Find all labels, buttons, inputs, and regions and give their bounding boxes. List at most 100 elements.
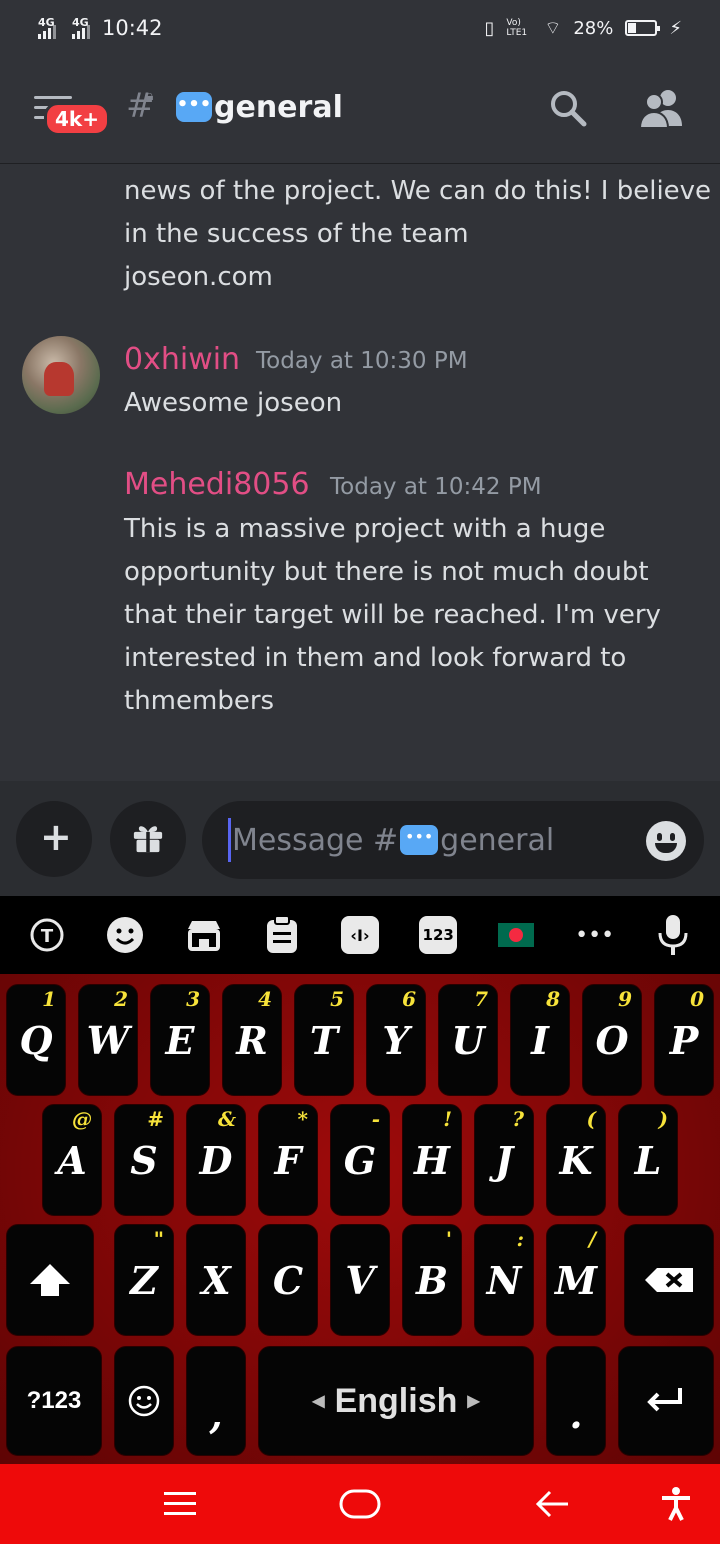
key-g[interactable]: G- bbox=[330, 1104, 390, 1216]
backspace-key[interactable] bbox=[624, 1224, 714, 1336]
key-label: K bbox=[559, 1137, 593, 1183]
timestamp: Today at 10:42 PM bbox=[330, 474, 542, 500]
key-k[interactable]: K( bbox=[546, 1104, 606, 1216]
key-hint: 1 bbox=[42, 987, 56, 1011]
message-text: that their target will be reached. I'm v… bbox=[124, 600, 661, 630]
message-text: interested in them and look forward to bbox=[124, 643, 627, 673]
back-icon[interactable] bbox=[532, 1486, 572, 1522]
message-text: opportunity but there is not much doubt bbox=[124, 557, 649, 587]
key-f[interactable]: F * bbox=[258, 1104, 318, 1216]
key-hint: 3 bbox=[186, 987, 200, 1011]
message-text: Awesome joseon bbox=[124, 388, 343, 418]
search-icon[interactable] bbox=[548, 88, 588, 128]
signal-icon-2: 4G bbox=[72, 16, 90, 39]
key-e[interactable]: E3 bbox=[150, 984, 210, 1096]
key-label: Y bbox=[382, 1017, 410, 1063]
key-m[interactable]: M / bbox=[546, 1224, 606, 1336]
translate-icon[interactable]: T bbox=[25, 913, 69, 957]
key-x[interactable]: X bbox=[186, 1224, 246, 1336]
numpad-icon[interactable]: 123 bbox=[416, 913, 460, 957]
message-text: thmembers bbox=[124, 686, 275, 716]
message-input[interactable]: Message # ••• general bbox=[202, 801, 704, 879]
key-o[interactable]: O9 bbox=[582, 984, 642, 1096]
attach-button[interactable]: + bbox=[16, 801, 92, 877]
cursor-edit-icon[interactable]: ‹I› bbox=[338, 913, 382, 957]
symbols-key[interactable]: ?123 bbox=[6, 1346, 102, 1456]
timestamp: Today at 10:30 PM bbox=[256, 348, 468, 374]
space-key[interactable]: ◀ English ▶ bbox=[258, 1346, 534, 1456]
message-text: This is a massive project with a huge bbox=[124, 514, 606, 544]
message-link[interactable]: joseon.com bbox=[124, 262, 273, 292]
microphone-icon[interactable] bbox=[651, 913, 695, 957]
key-label: A bbox=[57, 1137, 87, 1183]
recents-icon[interactable] bbox=[162, 1486, 198, 1522]
key-h[interactable]: H! bbox=[402, 1104, 462, 1216]
battery-percent: 28% bbox=[573, 17, 614, 39]
svg-text:T: T bbox=[41, 926, 54, 947]
key-v[interactable]: V bbox=[330, 1224, 390, 1336]
store-icon[interactable] bbox=[182, 913, 226, 957]
home-icon[interactable] bbox=[338, 1486, 382, 1522]
key-hint: / bbox=[588, 1227, 596, 1251]
more-icon[interactable]: ••• bbox=[573, 913, 617, 957]
key-q[interactable]: Q1 bbox=[6, 984, 66, 1096]
signal-icon: 4G bbox=[38, 16, 56, 39]
key-i[interactable]: I8 bbox=[510, 984, 570, 1096]
chevron-right-icon: ▶ bbox=[467, 1393, 480, 1410]
username[interactable]: 0xhiwin bbox=[124, 342, 240, 377]
speech-bubble-icon: ••• bbox=[176, 92, 212, 122]
emoji-icon[interactable] bbox=[646, 821, 686, 861]
gift-button[interactable] bbox=[110, 801, 186, 877]
key-j[interactable]: J? bbox=[474, 1104, 534, 1216]
key-label: Q bbox=[19, 1017, 53, 1063]
key-hint: & bbox=[217, 1107, 236, 1131]
accessibility-icon[interactable] bbox=[658, 1486, 694, 1522]
key-w[interactable]: W2 bbox=[78, 984, 138, 1096]
key-label: H bbox=[414, 1137, 450, 1183]
avatar[interactable] bbox=[22, 336, 100, 414]
key-hint: 2 bbox=[114, 987, 128, 1011]
key-r[interactable]: R4 bbox=[222, 984, 282, 1096]
key-hint: 5 bbox=[330, 987, 344, 1011]
key-d[interactable]: D & bbox=[186, 1104, 246, 1216]
key-p[interactable]: P0 bbox=[654, 984, 714, 1096]
members-icon[interactable] bbox=[638, 88, 684, 128]
key-label: F bbox=[274, 1137, 302, 1183]
key-hint: 0 bbox=[690, 987, 704, 1011]
lock-icon: 🔒︎ bbox=[146, 88, 154, 104]
comma-key[interactable]: , bbox=[186, 1346, 246, 1456]
key-y[interactable]: Y6 bbox=[366, 984, 426, 1096]
keyboard-toolbar: T ‹I› 123 ••• bbox=[0, 896, 720, 974]
key-hint: 8 bbox=[546, 987, 560, 1011]
bangladesh-flag-icon[interactable] bbox=[494, 913, 538, 957]
enter-key[interactable] bbox=[618, 1346, 714, 1456]
key-z[interactable]: Z " bbox=[114, 1224, 174, 1336]
emoji-icon[interactable] bbox=[103, 913, 147, 957]
key-label: R bbox=[236, 1017, 268, 1063]
key-hint: @ bbox=[72, 1107, 92, 1131]
key-u[interactable]: U7 bbox=[438, 984, 498, 1096]
key-l[interactable]: L) bbox=[618, 1104, 678, 1216]
channel-name[interactable]: general bbox=[214, 90, 343, 125]
username[interactable]: Mehedi8056 bbox=[124, 467, 310, 502]
key-hint: 9 bbox=[618, 987, 632, 1011]
key-hint: 7 bbox=[474, 987, 488, 1011]
key-hint: ' bbox=[445, 1227, 452, 1251]
emoji-key[interactable] bbox=[114, 1346, 174, 1456]
clipboard-icon[interactable] bbox=[260, 913, 304, 957]
message-text: news of the project. We can do this! I b… bbox=[124, 176, 712, 206]
key-n[interactable]: N: bbox=[474, 1224, 534, 1336]
key-hint: * bbox=[297, 1107, 308, 1131]
key-a[interactable]: A @ bbox=[42, 1104, 102, 1216]
period-key[interactable]: . bbox=[546, 1346, 606, 1456]
key-label: T bbox=[309, 1017, 339, 1063]
charging-icon: ⚡ bbox=[669, 17, 682, 39]
key-s[interactable]: S # bbox=[114, 1104, 174, 1216]
shift-key[interactable] bbox=[6, 1224, 94, 1336]
notification-badge: 4k+ bbox=[44, 102, 110, 136]
key-c[interactable]: C bbox=[258, 1224, 318, 1336]
key-b[interactable]: B ' bbox=[402, 1224, 462, 1336]
key-label: Z bbox=[130, 1257, 158, 1303]
key-t[interactable]: T5 bbox=[294, 984, 354, 1096]
key-label: J bbox=[495, 1137, 513, 1183]
